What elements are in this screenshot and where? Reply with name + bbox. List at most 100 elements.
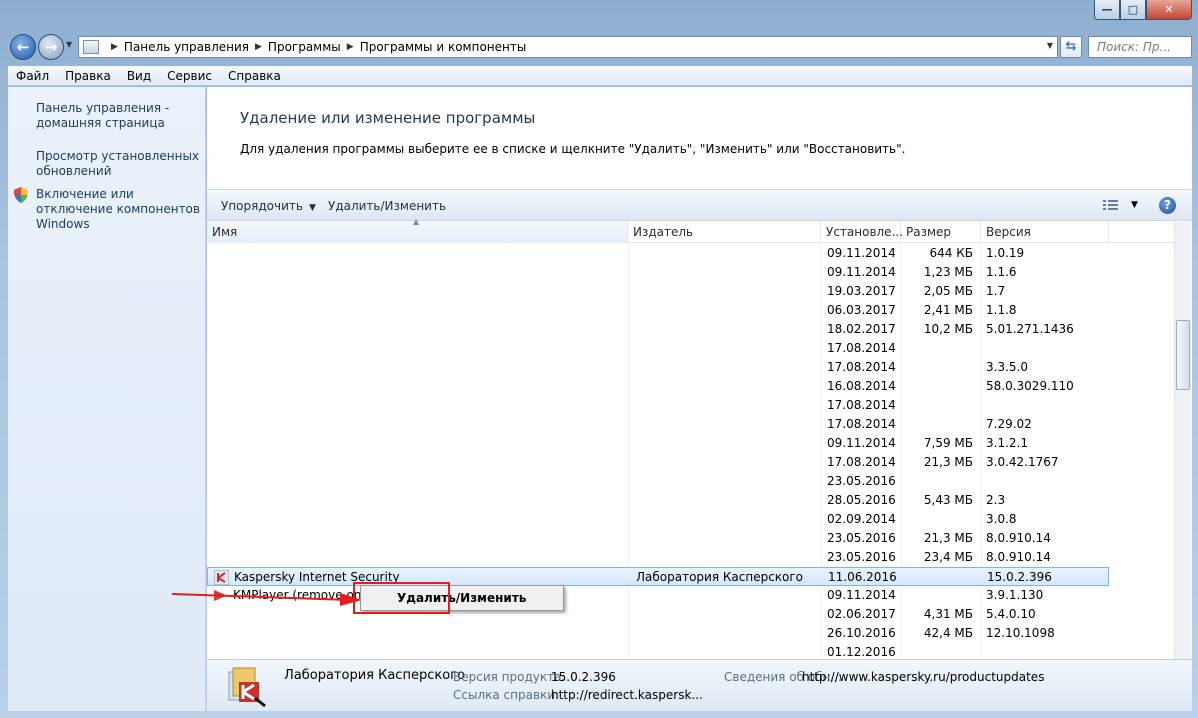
program-installed: 17.08.2014: [827, 360, 896, 374]
table-row[interactable]: 06.03.2017 2,41 МБ 1.1.8: [207, 301, 1177, 320]
details-support-label: Ссылка справки:: [453, 688, 560, 702]
table-row[interactable]: 09.11.2014 644 КБ 1.0.19: [207, 244, 1177, 263]
kaspersky-product-icon: [228, 667, 266, 708]
table-row[interactable]: 18.02.2017 10,2 МБ 5.01.271.1436: [207, 320, 1177, 339]
column-version[interactable]: Версия: [981, 221, 1109, 243]
search-input[interactable]: Поиск: Пр...: [1088, 36, 1192, 58]
address-bar[interactable]: ▶ Панель управления ▶ Программы ▶ Програ…: [78, 36, 1058, 58]
table-row[interactable]: 09.11.2014 7,59 МБ 3.1.2.1: [207, 434, 1177, 453]
program-size: 42,4 МБ: [923, 626, 973, 640]
program-installed: 26.10.2016: [827, 626, 896, 640]
minimize-button[interactable]: —: [1094, 0, 1120, 20]
forward-button[interactable]: →: [38, 34, 64, 60]
table-row[interactable]: 26.10.2016 42,4 МБ 12.10.1098: [207, 624, 1177, 643]
details-info-link[interactable]: http://www.kaspersky.ru/productupdates: [802, 670, 1044, 684]
menu-file[interactable]: Файл: [8, 69, 57, 83]
program-version: 8.0.910.14: [986, 550, 1051, 564]
program-size: 2,41 МБ: [923, 303, 973, 317]
program-version: 8.0.910.14: [986, 531, 1051, 545]
table-row[interactable]: 28.05.2016 5,43 МБ 2.3: [207, 491, 1177, 510]
table-row[interactable]: 09.11.2014 1,23 МБ 1.1.6: [207, 263, 1177, 282]
program-version: 3.1.2.1: [986, 436, 1028, 450]
sidebar-item-home[interactable]: Панель управления - домашняя страница: [36, 101, 204, 131]
program-version: 1.1.8: [986, 303, 1017, 317]
program-version: 5.4.0.10: [986, 607, 1036, 621]
menu-tools[interactable]: Сервис: [159, 69, 220, 83]
kaspersky-icon: [214, 570, 229, 585]
program-version: 58.0.3029.110: [986, 379, 1074, 393]
table-row[interactable]: 17.08.2014: [207, 339, 1177, 358]
details-pane: Лаборатория Касперского Версия продукта:…: [207, 659, 1192, 711]
menu-edit[interactable]: Правка: [57, 69, 119, 83]
title-bar: — □ ✕: [0, 0, 1198, 28]
menu-help[interactable]: Справка: [220, 69, 289, 83]
table-row[interactable]: Kaspersky Internet Security Лаборатория К…: [207, 567, 1109, 586]
breadcrumb-control-panel[interactable]: Панель управления: [124, 40, 249, 54]
table-row[interactable]: 19.03.2017 2,05 МБ 1.7: [207, 282, 1177, 301]
table-row[interactable]: 23.05.2016 21,3 МБ 8.0.910.14: [207, 529, 1177, 548]
column-installed[interactable]: Установле...: [821, 221, 903, 243]
close-button[interactable]: ✕: [1146, 0, 1192, 20]
sidebar-item-windows-features[interactable]: Включение или отключение компонентов Win…: [36, 187, 204, 232]
chevron-right-icon[interactable]: ▶: [111, 42, 118, 52]
program-size: 5,43 МБ: [923, 493, 973, 507]
table-row[interactable]: 01.12.2016: [207, 643, 1177, 657]
program-installed: 23.05.2016: [827, 531, 896, 545]
program-version: 1.0.19: [986, 246, 1025, 260]
breadcrumb-programs[interactable]: Программы: [268, 40, 341, 54]
program-size: 1,23 МБ: [923, 265, 973, 279]
program-installed: 23.05.2016: [827, 474, 896, 488]
view-options-icon[interactable]: [1103, 199, 1119, 211]
program-publisher: Лаборатория Касперского: [636, 570, 804, 584]
table-row[interactable]: 23.05.2016: [207, 472, 1177, 491]
program-installed: 01.12.2016: [827, 645, 896, 657]
table-row[interactable]: 16.08.2014 58.0.3029.110: [207, 377, 1177, 396]
program-size: 644 КБ: [929, 246, 973, 260]
program-size: 21,3 МБ: [923, 455, 973, 469]
page-title: Удаление или изменение программы: [240, 109, 536, 127]
scroll-thumb[interactable]: [1176, 320, 1190, 390]
column-name-label: Имя: [212, 225, 238, 239]
navigation-bar: ← → ▼ ▶ Панель управления ▶ Программы ▶ …: [0, 30, 1198, 64]
maximize-button[interactable]: □: [1120, 0, 1146, 20]
details-version: 15.0.2.396: [551, 670, 616, 684]
organize-button[interactable]: Упорядочить ▼: [221, 199, 316, 213]
back-button[interactable]: ←: [10, 34, 36, 60]
chevron-down-icon: ▼: [308, 203, 316, 213]
program-installed: 18.02.2017: [827, 322, 896, 336]
toolbar: Упорядочить ▼ Удалить/Изменить ▼ ?: [207, 189, 1192, 221]
program-installed: 17.08.2014: [827, 341, 896, 355]
history-dropdown-icon[interactable]: ▼: [66, 40, 72, 49]
window-frame: — □ ✕ ← → ▼ ▶ Панель управления ▶ Програ…: [0, 0, 1198, 718]
list-scrollbar[interactable]: [1174, 222, 1191, 660]
chevron-right-icon[interactable]: ▶: [347, 42, 354, 52]
table-row[interactable]: 17.08.2014 21,3 МБ 3.0.42.1767: [207, 453, 1177, 472]
chevron-right-icon[interactable]: ▶: [255, 42, 262, 52]
table-row[interactable]: 17.08.2014 3.3.5.0: [207, 358, 1177, 377]
program-installed: 09.11.2014: [827, 265, 896, 279]
table-row[interactable]: 02.09.2014 3.0.8: [207, 510, 1177, 529]
refresh-button[interactable]: ⇆: [1060, 36, 1082, 58]
program-installed: 17.08.2014: [827, 455, 896, 469]
table-row[interactable]: 23.05.2016 23,4 МБ 8.0.910.14: [207, 548, 1177, 567]
column-publisher[interactable]: Издатель: [628, 221, 821, 243]
details-publisher: Лаборатория Касперского: [284, 668, 465, 683]
uninstall-change-button[interactable]: Удалить/Изменить: [328, 199, 446, 213]
program-version: 1.1.6: [986, 265, 1017, 279]
details-support-link[interactable]: http://redirect.kaspersk...: [551, 688, 703, 702]
address-dropdown-icon[interactable]: ▼: [1047, 41, 1053, 50]
sidebar-item-updates[interactable]: Просмотр установленных обновлений: [36, 149, 204, 179]
breadcrumb-programs-features[interactable]: Программы и компоненты: [360, 40, 527, 54]
column-name[interactable]: ▲ Имя: [207, 217, 628, 243]
program-version: 3.0.8: [986, 512, 1017, 526]
view-dropdown-icon[interactable]: ▼: [1131, 200, 1138, 210]
column-size[interactable]: Размер: [901, 221, 981, 243]
tasks-sidebar: Панель управления - домашняя страница Пр…: [8, 87, 206, 711]
details-version-label: Версия продукта:: [453, 670, 566, 684]
menu-view[interactable]: Вид: [119, 69, 159, 83]
table-row[interactable]: 17.08.2014: [207, 396, 1177, 415]
table-row[interactable]: 17.08.2014 7.29.02: [207, 415, 1177, 434]
help-icon[interactable]: ?: [1159, 197, 1176, 214]
program-version: 3.3.5.0: [986, 360, 1028, 374]
program-installed: 19.03.2017: [827, 284, 896, 298]
